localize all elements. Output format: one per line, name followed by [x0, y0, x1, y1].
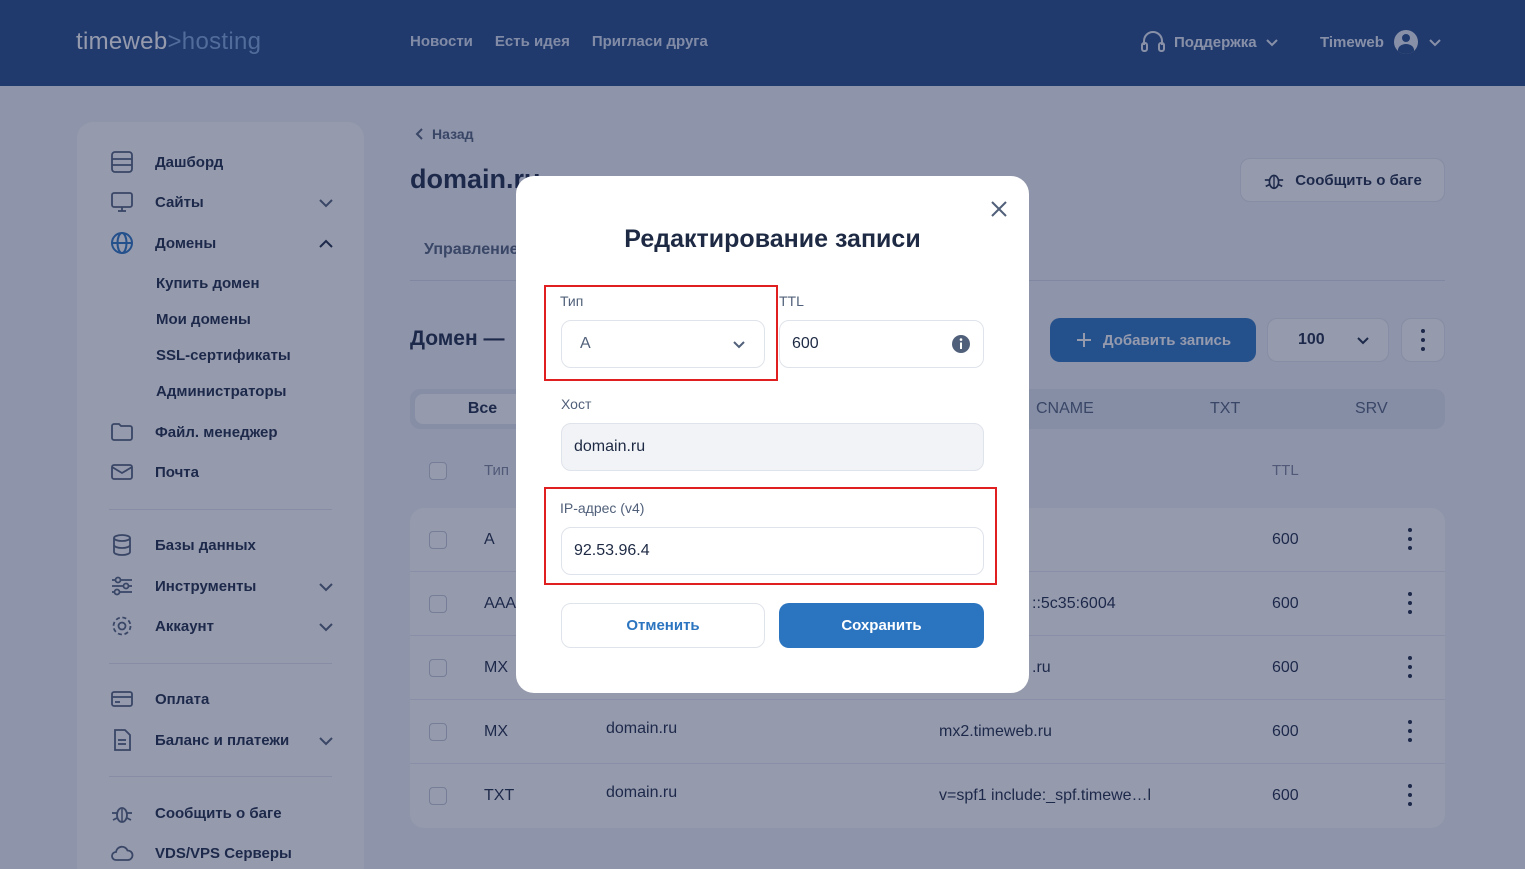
ttl-label: TTL — [779, 293, 804, 309]
cancel-button[interactable]: Отменить — [561, 603, 765, 648]
highlight-box-type — [544, 285, 778, 381]
info-icon[interactable] — [951, 334, 971, 354]
host-field-value: domain.ru — [574, 438, 646, 455]
ttl-input-value: 600 — [792, 335, 819, 352]
save-button[interactable]: Сохранить — [779, 603, 984, 648]
close-icon[interactable] — [988, 198, 1010, 220]
ttl-input[interactable]: 600 — [779, 320, 984, 368]
dialog-title: Редактирование записи — [624, 225, 921, 253]
highlight-box-ip — [544, 487, 997, 585]
edit-record-dialog: Редактирование записи Тип A TTL 600 Хост… — [516, 176, 1029, 693]
host-label: Хост — [561, 396, 592, 412]
host-field: domain.ru — [561, 423, 984, 471]
